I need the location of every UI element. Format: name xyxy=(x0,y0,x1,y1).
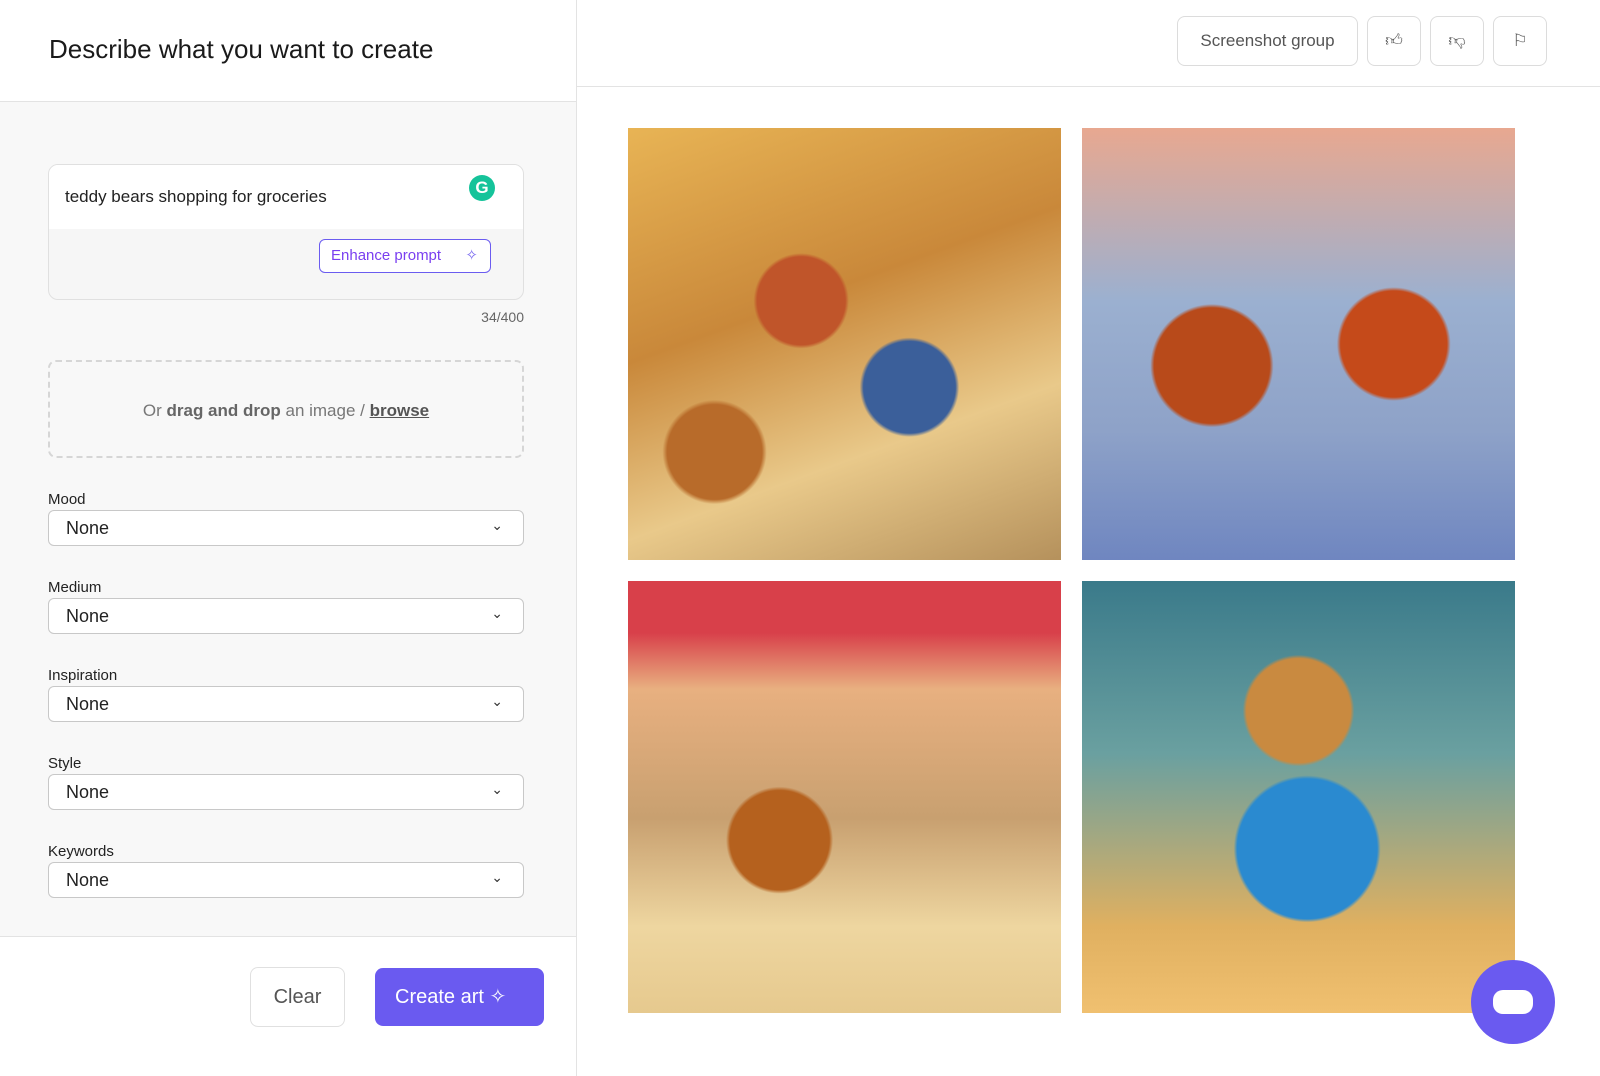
image-dropzone[interactable]: Or drag and drop an image / browse xyxy=(48,360,524,458)
clear-button[interactable]: Clear xyxy=(250,967,345,1027)
keywords-value: None xyxy=(66,870,110,890)
mood-value: None xyxy=(66,518,110,538)
chevron-down-icon: ⌄ xyxy=(491,605,503,621)
thumbs-down-button[interactable]: 👎︎ xyxy=(1430,16,1484,66)
mood-field: Mood None ⌄ xyxy=(48,491,524,546)
screenshot-group-button[interactable]: Screenshot group xyxy=(1177,16,1358,66)
thumbs-up-icon: 👍︎ xyxy=(1385,31,1403,50)
inspiration-value: None xyxy=(66,694,110,714)
chat-button[interactable] xyxy=(1471,960,1555,1044)
thumbs-down-icon: 👎︎ xyxy=(1448,31,1466,50)
page-title: Describe what you want to create xyxy=(49,34,434,64)
grammarly-icon[interactable]: G xyxy=(469,175,495,201)
generated-image-2[interactable] xyxy=(1082,128,1515,560)
chat-bubble-icon xyxy=(1493,990,1533,1014)
style-select[interactable]: None ⌄ xyxy=(48,774,524,810)
flag-button[interactable]: ⚐ xyxy=(1493,16,1547,66)
medium-field: Medium None ⌄ xyxy=(48,579,524,634)
medium-label: Medium xyxy=(48,579,102,596)
medium-select[interactable]: None ⌄ xyxy=(48,598,524,634)
chevron-down-icon: ⌄ xyxy=(491,781,503,797)
chevron-down-icon: ⌄ xyxy=(491,693,503,709)
inspiration-select[interactable]: None ⌄ xyxy=(48,686,524,722)
generated-image-3[interactable] xyxy=(628,581,1061,1013)
keywords-select[interactable]: None ⌄ xyxy=(48,862,524,898)
enhance-prompt-button[interactable]: Enhance prompt ✧ xyxy=(319,239,491,273)
prompt-box: teddy bears shopping for groceries G Enha… xyxy=(48,164,524,300)
prompt-text: teddy bears shopping for groceries xyxy=(65,187,327,206)
create-art-button[interactable]: Create art ✧ xyxy=(375,968,544,1026)
inspiration-label: Inspiration xyxy=(48,667,118,684)
enhance-label: Enhance prompt xyxy=(331,247,442,264)
results-toolbar: Screenshot group 👍︎ 👎︎ ⚐ xyxy=(577,0,1600,87)
drop-middle: an image / xyxy=(280,401,370,420)
mood-label: Mood xyxy=(48,491,86,508)
style-field: Style None ⌄ xyxy=(48,755,524,810)
drop-prefix: Or xyxy=(142,401,167,420)
generated-image-4[interactable] xyxy=(1082,581,1515,1013)
style-value: None xyxy=(66,782,110,802)
medium-value: None xyxy=(66,606,110,626)
sparkle-icon: ✧ xyxy=(465,247,478,264)
sparkle-icon: ✧ xyxy=(483,986,507,1008)
char-count: 34/400 xyxy=(481,309,524,325)
generated-image-1[interactable] xyxy=(628,128,1061,560)
create-label: Create art xyxy=(395,986,484,1008)
create-panel: Describe what you want to create teddy b… xyxy=(0,0,577,1076)
browse-link[interactable]: browse xyxy=(370,401,430,420)
inspiration-field: Inspiration None ⌄ xyxy=(48,667,524,722)
keywords-field: Keywords None ⌄ xyxy=(48,843,524,898)
panel-header: Describe what you want to create xyxy=(0,0,576,102)
panel-footer: Clear Create art ✧ xyxy=(0,936,576,1076)
thumbs-up-button[interactable]: 👍︎ xyxy=(1367,16,1421,66)
drop-bold: drag and drop xyxy=(166,401,281,420)
mood-select[interactable]: None ⌄ xyxy=(48,510,524,546)
keywords-label: Keywords xyxy=(48,843,114,860)
style-label: Style xyxy=(48,755,82,772)
prompt-input[interactable]: teddy bears shopping for groceries G xyxy=(49,165,523,229)
flag-icon: ⚐ xyxy=(1512,31,1528,50)
chevron-down-icon: ⌄ xyxy=(491,869,503,885)
chevron-down-icon: ⌄ xyxy=(491,517,503,533)
